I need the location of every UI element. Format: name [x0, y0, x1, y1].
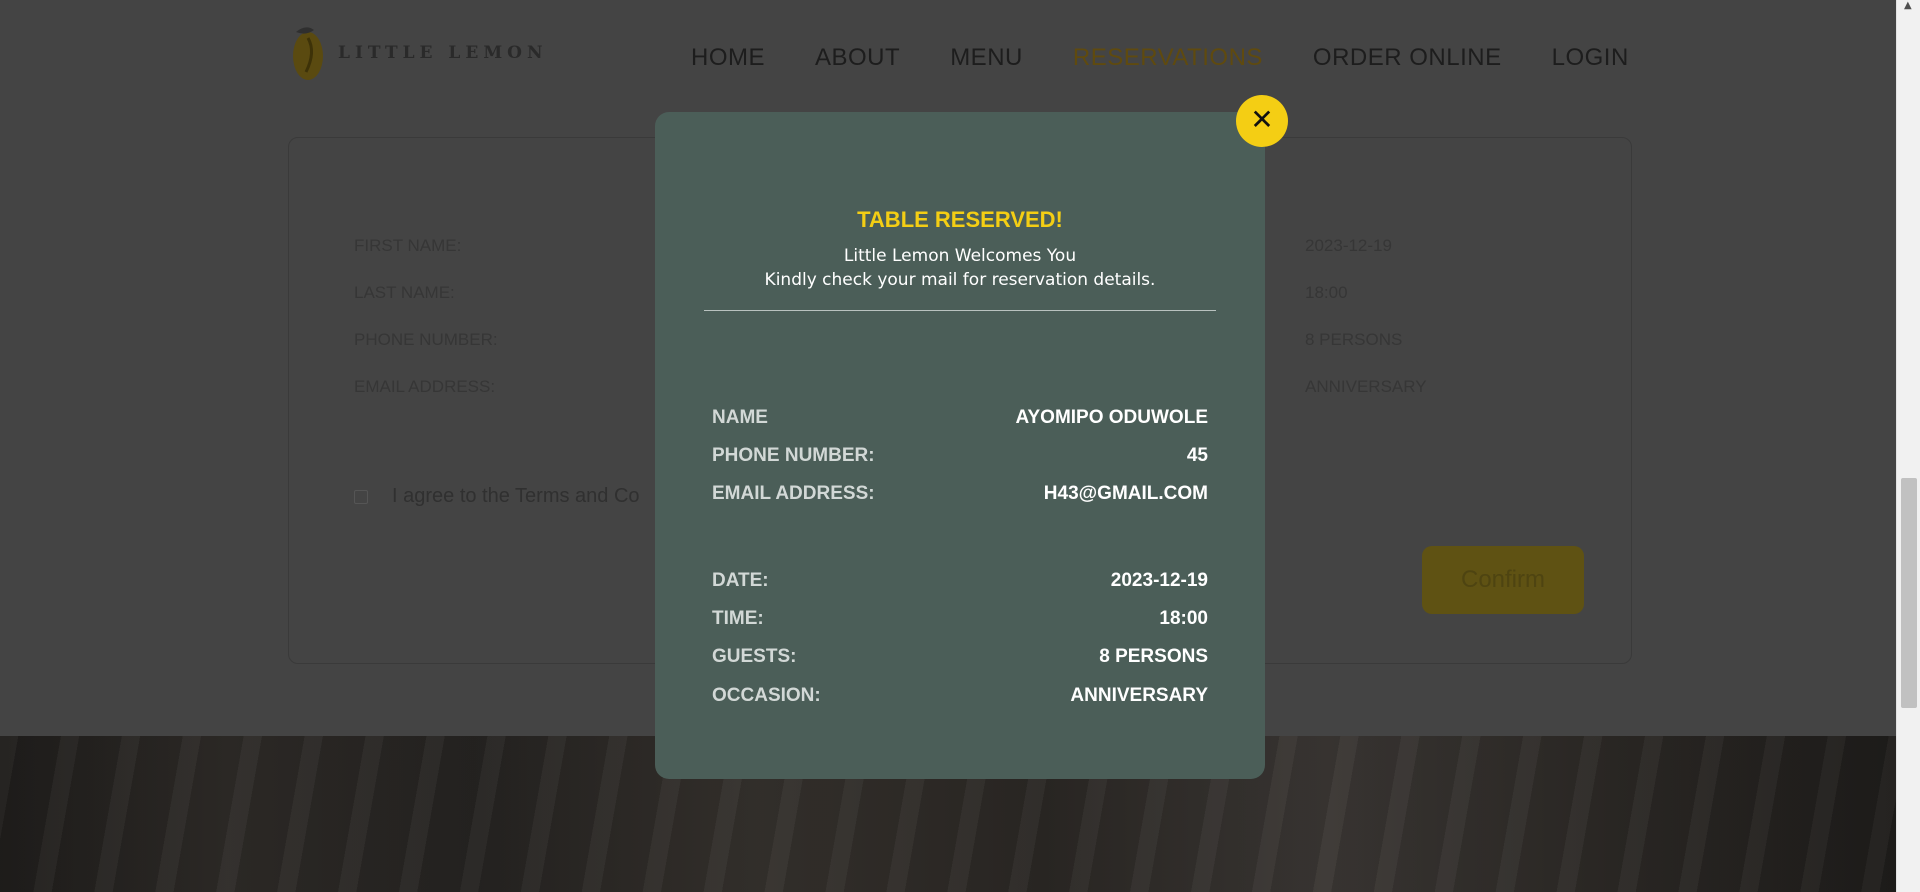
nav-home[interactable]: HOME: [691, 44, 765, 72]
detail-row-guests: GUESTS: 8 PERSONS: [712, 646, 1208, 668]
detail-value: 8 PERSONS: [1099, 646, 1208, 667]
scrollbar-thumb[interactable]: [1901, 478, 1917, 708]
guests-value: 8 PERSONS: [1305, 330, 1403, 349]
detail-value: AYOMIPO ODUWOLE: [1015, 407, 1208, 428]
time-value: 18:00: [1305, 283, 1348, 302]
detail-value: 18:00: [1159, 608, 1208, 629]
detail-row-occasion: OCCASION: ANNIVERSARY: [712, 685, 1208, 707]
detail-row-phone: PHONE NUMBER: 45: [712, 445, 1208, 467]
nav-order-online[interactable]: ORDER ONLINE: [1313, 44, 1502, 72]
close-icon: ✕: [1250, 103, 1274, 136]
detail-row-date: DATE: 2023-12-19: [712, 570, 1208, 592]
modal-check-mail-text: Kindly check your mail for reservation d…: [764, 270, 1156, 290]
detail-key: PHONE NUMBER:: [712, 445, 875, 466]
form-values: 2023-12-19 18:00 8 PERSONS ANNIVERSARY: [1305, 236, 1427, 424]
detail-value: 2023-12-19: [1110, 570, 1208, 591]
close-modal-button[interactable]: ✕: [1236, 95, 1288, 147]
detail-row-time: TIME: 18:00: [712, 608, 1208, 630]
detail-value: 45: [1186, 445, 1208, 466]
email-address-label: EMAIL ADDRESS:: [354, 377, 496, 396]
reservation-modal: TABLE RESERVED! Little Lemon Welcomes Yo…: [655, 112, 1265, 779]
modal-title: TABLE RESERVED!: [857, 207, 1063, 232]
nav-login[interactable]: LOGIN: [1552, 44, 1629, 72]
detail-row-email: EMAIL ADDRESS: H43@GMAIL.COM: [712, 483, 1208, 505]
occasion-value: ANNIVERSARY: [1305, 377, 1427, 396]
scrollbar[interactable]: ▲: [1896, 0, 1920, 892]
last-name-label: LAST NAME:: [354, 283, 455, 302]
modal-welcome-text: Little Lemon Welcomes You: [843, 246, 1077, 266]
phone-number-label: PHONE NUMBER:: [354, 330, 498, 349]
scroll-up-icon[interactable]: ▲: [1904, 0, 1912, 11]
detail-key: DATE:: [712, 570, 769, 591]
nav-menu[interactable]: MENU: [950, 44, 1023, 72]
detail-row-name: NAME AYOMIPO ODUWOLE: [712, 407, 1208, 429]
main-nav: HOME ABOUT MENU RESERVATIONS ORDER ONLIN…: [691, 44, 1629, 72]
detail-key: TIME:: [712, 608, 764, 629]
detail-key: NAME: [712, 407, 768, 428]
date-value: 2023-12-19: [1305, 236, 1392, 255]
brand-name: LITTLE LEMON: [338, 43, 548, 63]
nav-about[interactable]: ABOUT: [815, 44, 900, 72]
terms-label: I agree to the Terms and Co: [392, 485, 640, 507]
lemon-logo-icon: [293, 27, 323, 80]
detail-value: ANNIVERSARY: [1070, 685, 1208, 706]
detail-key: GUESTS:: [712, 646, 797, 667]
confirm-button[interactable]: Confirm: [1422, 546, 1584, 614]
modal-divider: [704, 310, 1216, 311]
detail-value: H43@GMAIL.COM: [1043, 483, 1208, 504]
logo[interactable]: LITTLE LEMON: [288, 22, 548, 84]
nav-reservations[interactable]: RESERVATIONS: [1073, 44, 1263, 72]
form-labels: FIRST NAME: LAST NAME: PHONE NUMBER: EMA…: [354, 236, 498, 424]
detail-key: OCCASION:: [712, 685, 821, 706]
site-header: LITTLE LEMON HOME ABOUT MENU RESERVATION…: [0, 0, 1896, 120]
detail-key: EMAIL ADDRESS:: [712, 483, 875, 504]
terms-checkbox[interactable]: [354, 489, 368, 504]
terms-row: I agree to the Terms and Co: [354, 485, 640, 508]
first-name-label: FIRST NAME:: [354, 236, 462, 255]
